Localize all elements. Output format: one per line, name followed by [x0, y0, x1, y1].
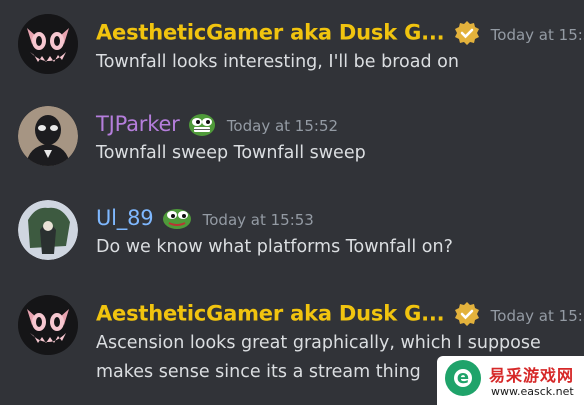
watermark-logo-letter: e: [456, 367, 470, 388]
avatar[interactable]: [18, 14, 78, 74]
author-name[interactable]: AestheticGamer aka Dusk G...: [96, 21, 445, 45]
timestamp: Today at 15:52: [490, 25, 584, 44]
author-name[interactable]: AestheticGamer aka Dusk G...: [96, 302, 445, 326]
author-name[interactable]: TJParker: [96, 112, 180, 136]
pepe-emoji-icon: [159, 207, 192, 235]
watermark-chinese-text: 易采游戏网: [489, 366, 575, 385]
verified-badge-icon: [450, 20, 480, 50]
avatar[interactable]: [18, 106, 78, 166]
author-name[interactable]: Ul_89: [96, 206, 154, 230]
site-watermark: e 易采游戏网 www.easck.net: [437, 356, 584, 405]
timestamp: Today at 15:53: [490, 306, 584, 325]
message-text: Townfall looks interesting, I'll be broa…: [96, 52, 459, 72]
pepe-emoji-icon: [185, 113, 216, 141]
avatar[interactable]: [18, 295, 78, 355]
verified-badge-icon: [450, 301, 480, 331]
timestamp: Today at 15:53: [202, 211, 314, 229]
timestamp: Today at 15:52: [226, 117, 339, 135]
watermark-url: www.easck.net: [491, 385, 574, 398]
avatar[interactable]: [18, 200, 78, 260]
message-text: Townfall sweep Townfall sweep: [96, 143, 366, 163]
message-text-line: Ascension looks great graphically, which…: [96, 333, 541, 353]
message-text: Do we know what platforms Townfall on?: [96, 237, 453, 257]
